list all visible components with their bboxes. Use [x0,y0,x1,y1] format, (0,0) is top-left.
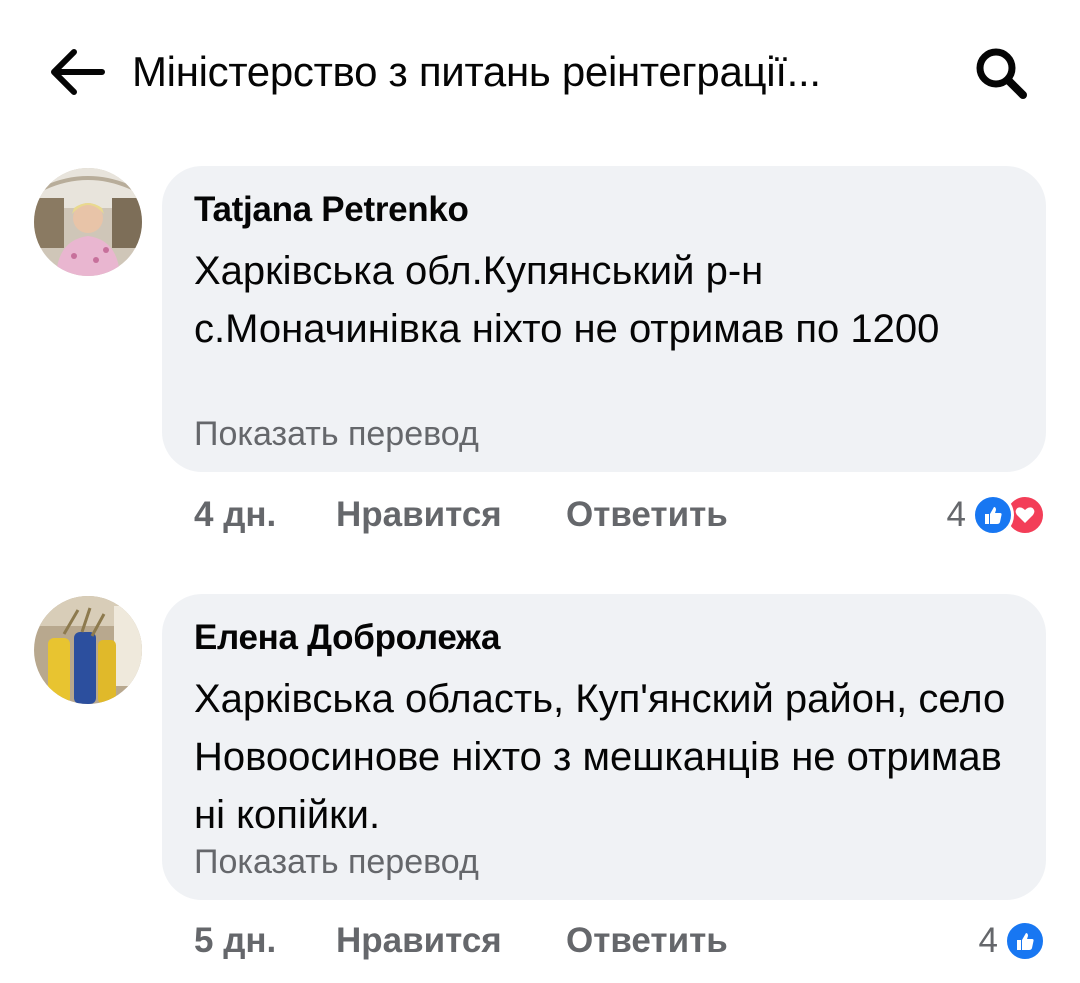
reaction-count: 4 [978,921,998,960]
comment-text: Харківська область, Куп'янский район, се… [194,677,1006,837]
comment-bubble: Елена Добролежа Харківська область, Куп'… [162,594,1046,900]
top-bar: Міністерство з питань реінтеграції... [0,0,1080,140]
comment-timestamp[interactable]: 5 дн. [194,916,276,966]
comment-text: Харківська обл.Купянський р-н с.Моначині… [194,249,940,351]
reply-button[interactable]: Ответить [566,490,728,540]
avatar[interactable] [34,168,142,276]
comment-actions: 4 дн. Нравится Ответить 4 [0,490,1080,540]
comment-author[interactable]: Елена Добролежа [194,616,500,660]
comment-actions: 5 дн. Нравится Ответить 4 [0,916,1080,966]
avatar[interactable] [34,596,142,704]
reactions-summary[interactable]: 4 [979,916,1046,966]
show-translation-link[interactable]: Показать перевод [194,412,479,456]
search-icon [976,48,1027,99]
like-icon [972,494,1014,536]
show-translation-link[interactable]: Показать перевод [194,840,479,884]
search-button[interactable] [968,40,1034,106]
like-button[interactable]: Нравится [336,916,502,966]
back-button[interactable] [44,42,108,102]
like-button[interactable]: Нравится [336,490,502,540]
comment-bubble: Tatjana Petrenko Харківська обл.Купянськ… [162,166,1046,472]
like-icon [1004,920,1046,962]
comment-author[interactable]: Tatjana Petrenko [194,188,469,232]
reply-button[interactable]: Ответить [566,916,728,966]
reaction-count: 4 [946,495,966,534]
arrow-left-icon [51,49,105,95]
reactions-summary[interactable]: 4 [947,490,1046,540]
page-title: Міністерство з питань реінтеграції... [132,48,821,95]
comment-timestamp[interactable]: 4 дн. [194,490,276,540]
